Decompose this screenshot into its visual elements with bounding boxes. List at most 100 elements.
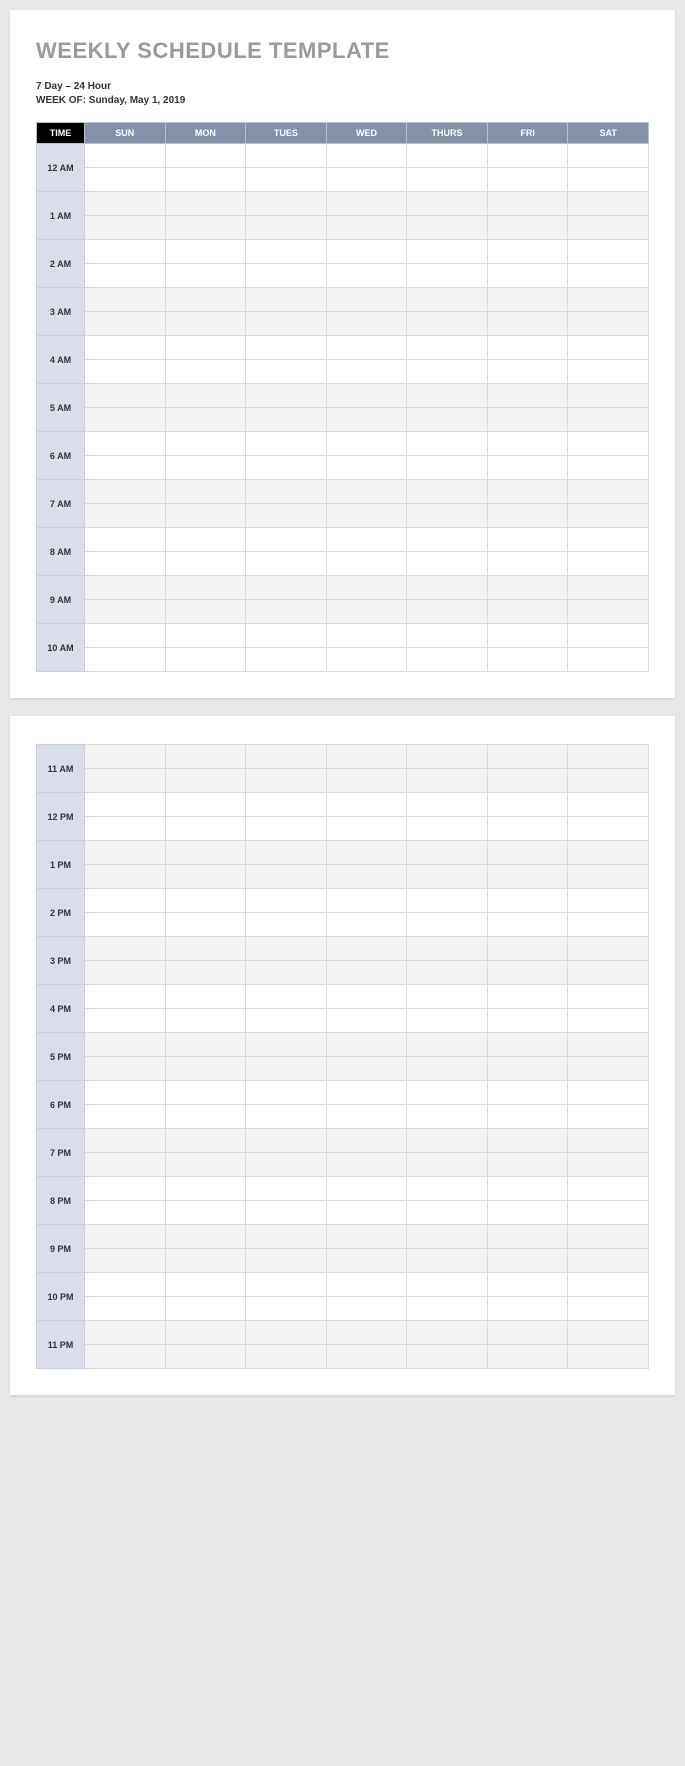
schedule-cell[interactable]	[407, 961, 488, 985]
schedule-cell[interactable]	[85, 144, 166, 168]
schedule-cell[interactable]	[407, 1153, 488, 1177]
schedule-cell[interactable]	[85, 793, 166, 817]
schedule-cell[interactable]	[246, 264, 327, 288]
schedule-cell[interactable]	[246, 408, 327, 432]
schedule-cell[interactable]	[85, 889, 166, 913]
schedule-cell[interactable]	[85, 1105, 166, 1129]
schedule-cell[interactable]	[407, 216, 488, 240]
schedule-cell[interactable]	[85, 456, 166, 480]
schedule-cell[interactable]	[407, 624, 488, 648]
schedule-cell[interactable]	[487, 384, 568, 408]
schedule-cell[interactable]	[246, 312, 327, 336]
schedule-cell[interactable]	[326, 961, 407, 985]
schedule-cell[interactable]	[568, 408, 649, 432]
schedule-cell[interactable]	[165, 1225, 246, 1249]
schedule-cell[interactable]	[326, 624, 407, 648]
schedule-cell[interactable]	[165, 1321, 246, 1345]
schedule-cell[interactable]	[165, 1057, 246, 1081]
schedule-cell[interactable]	[487, 312, 568, 336]
schedule-cell[interactable]	[165, 769, 246, 793]
schedule-cell[interactable]	[326, 889, 407, 913]
schedule-cell[interactable]	[487, 1009, 568, 1033]
schedule-cell[interactable]	[246, 240, 327, 264]
schedule-cell[interactable]	[326, 1321, 407, 1345]
schedule-cell[interactable]	[487, 360, 568, 384]
schedule-cell[interactable]	[326, 456, 407, 480]
schedule-cell[interactable]	[568, 1153, 649, 1177]
schedule-cell[interactable]	[326, 216, 407, 240]
schedule-cell[interactable]	[568, 1201, 649, 1225]
schedule-cell[interactable]	[246, 841, 327, 865]
schedule-cell[interactable]	[487, 1297, 568, 1321]
schedule-cell[interactable]	[568, 745, 649, 769]
schedule-cell[interactable]	[85, 648, 166, 672]
schedule-cell[interactable]	[487, 1129, 568, 1153]
schedule-cell[interactable]	[246, 360, 327, 384]
schedule-cell[interactable]	[85, 552, 166, 576]
schedule-cell[interactable]	[487, 937, 568, 961]
schedule-cell[interactable]	[165, 817, 246, 841]
schedule-cell[interactable]	[568, 240, 649, 264]
schedule-cell[interactable]	[165, 384, 246, 408]
schedule-cell[interactable]	[407, 336, 488, 360]
schedule-cell[interactable]	[85, 1297, 166, 1321]
schedule-cell[interactable]	[165, 168, 246, 192]
schedule-cell[interactable]	[165, 793, 246, 817]
schedule-cell[interactable]	[487, 1345, 568, 1369]
schedule-cell[interactable]	[326, 1057, 407, 1081]
schedule-cell[interactable]	[85, 1201, 166, 1225]
schedule-cell[interactable]	[568, 504, 649, 528]
schedule-cell[interactable]	[568, 769, 649, 793]
schedule-cell[interactable]	[85, 1081, 166, 1105]
schedule-cell[interactable]	[407, 480, 488, 504]
schedule-cell[interactable]	[246, 432, 327, 456]
schedule-cell[interactable]	[487, 264, 568, 288]
schedule-cell[interactable]	[568, 889, 649, 913]
schedule-cell[interactable]	[326, 432, 407, 456]
schedule-cell[interactable]	[487, 1057, 568, 1081]
schedule-cell[interactable]	[165, 1153, 246, 1177]
schedule-cell[interactable]	[407, 264, 488, 288]
schedule-cell[interactable]	[326, 913, 407, 937]
schedule-cell[interactable]	[407, 1297, 488, 1321]
schedule-cell[interactable]	[568, 1297, 649, 1321]
schedule-cell[interactable]	[487, 1153, 568, 1177]
schedule-cell[interactable]	[326, 1201, 407, 1225]
schedule-cell[interactable]	[165, 504, 246, 528]
schedule-cell[interactable]	[568, 985, 649, 1009]
schedule-cell[interactable]	[568, 216, 649, 240]
schedule-cell[interactable]	[246, 144, 327, 168]
schedule-cell[interactable]	[165, 624, 246, 648]
schedule-cell[interactable]	[407, 528, 488, 552]
schedule-cell[interactable]	[568, 264, 649, 288]
schedule-cell[interactable]	[487, 1081, 568, 1105]
schedule-cell[interactable]	[407, 192, 488, 216]
schedule-cell[interactable]	[407, 648, 488, 672]
schedule-cell[interactable]	[487, 240, 568, 264]
schedule-cell[interactable]	[165, 889, 246, 913]
schedule-cell[interactable]	[326, 528, 407, 552]
schedule-cell[interactable]	[85, 240, 166, 264]
schedule-cell[interactable]	[326, 1177, 407, 1201]
schedule-cell[interactable]	[246, 1345, 327, 1369]
schedule-cell[interactable]	[85, 1273, 166, 1297]
schedule-cell[interactable]	[326, 360, 407, 384]
schedule-cell[interactable]	[326, 937, 407, 961]
schedule-cell[interactable]	[85, 745, 166, 769]
schedule-cell[interactable]	[246, 1129, 327, 1153]
schedule-cell[interactable]	[568, 528, 649, 552]
schedule-cell[interactable]	[165, 1345, 246, 1369]
schedule-cell[interactable]	[487, 480, 568, 504]
schedule-cell[interactable]	[85, 1345, 166, 1369]
schedule-cell[interactable]	[487, 528, 568, 552]
schedule-cell[interactable]	[165, 937, 246, 961]
schedule-cell[interactable]	[407, 432, 488, 456]
schedule-cell[interactable]	[487, 648, 568, 672]
schedule-cell[interactable]	[246, 504, 327, 528]
schedule-cell[interactable]	[487, 769, 568, 793]
schedule-cell[interactable]	[568, 336, 649, 360]
schedule-cell[interactable]	[568, 961, 649, 985]
schedule-cell[interactable]	[246, 600, 327, 624]
schedule-cell[interactable]	[326, 1297, 407, 1321]
schedule-cell[interactable]	[165, 1081, 246, 1105]
